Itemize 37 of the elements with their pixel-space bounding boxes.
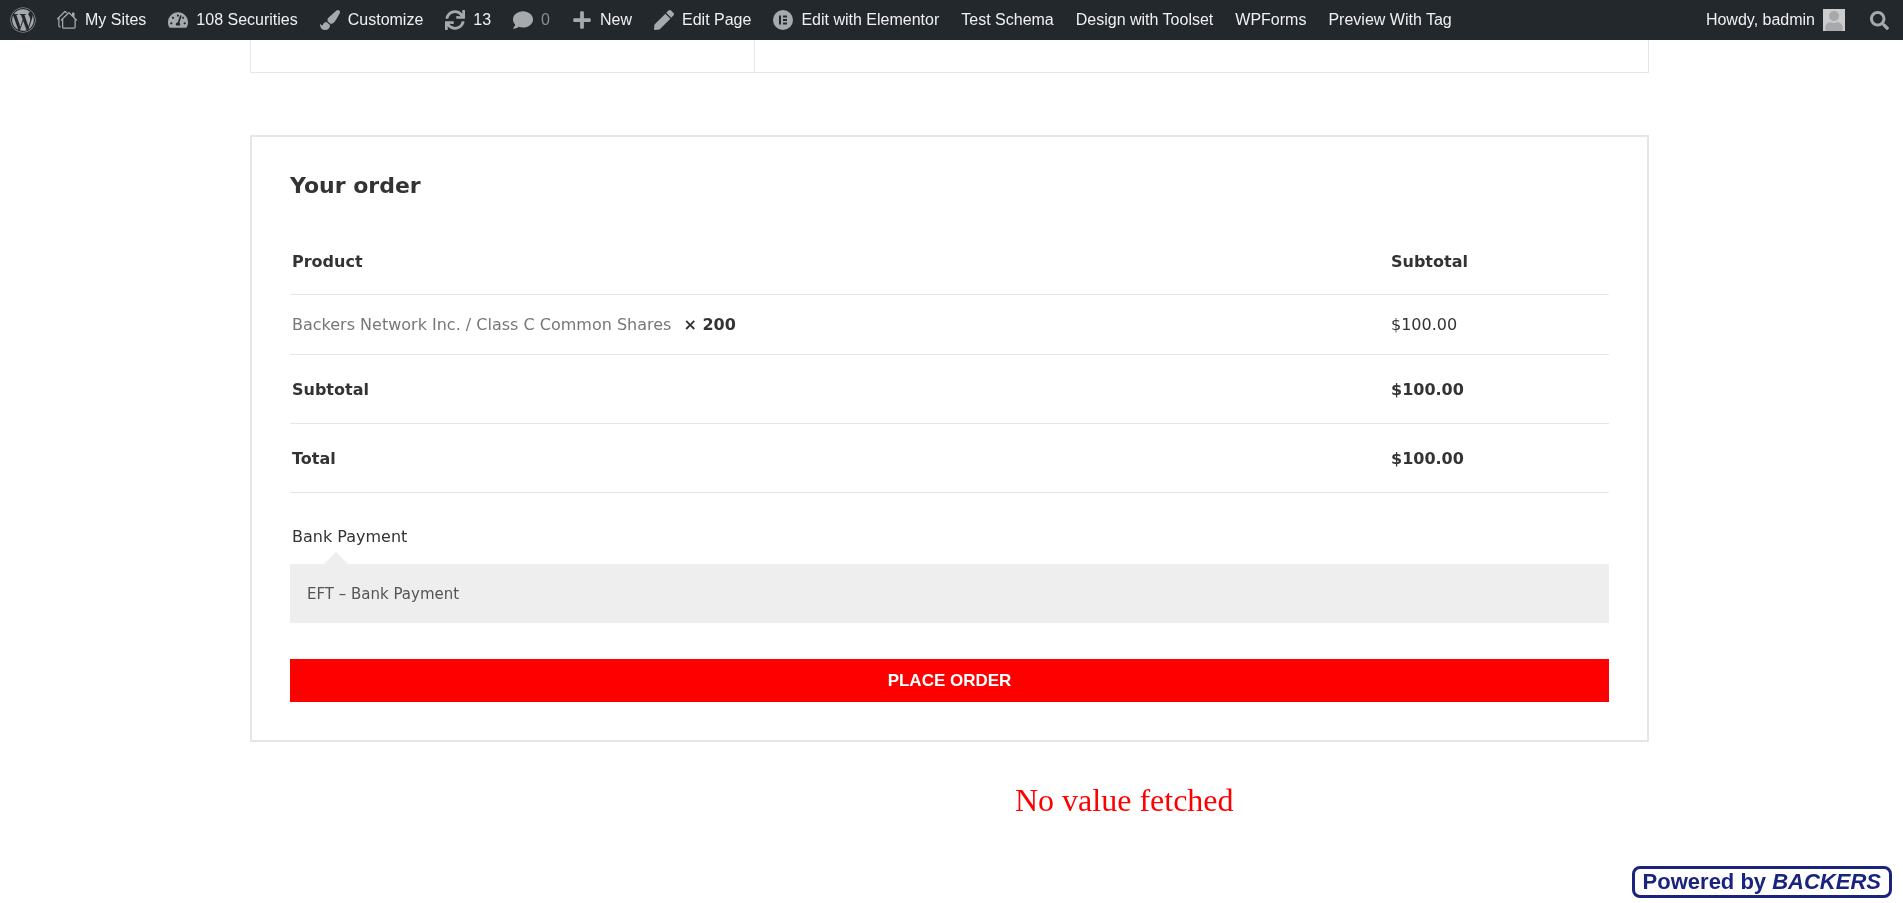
totals-value: $100.00: [1390, 378, 1465, 401]
plus-icon: [572, 10, 592, 30]
admin-bar-item[interactable]: Edit Page: [643, 0, 763, 40]
order-title: Your order: [290, 173, 422, 198]
comment-icon: [513, 10, 534, 30]
admin-bar-item[interactable]: Design with Toolset: [1064, 0, 1225, 40]
totals-label: Subtotal: [291, 378, 370, 401]
payment-description: EFT – Bank Payment: [307, 584, 460, 603]
admin-bar-item[interactable]: 0: [502, 0, 561, 40]
column-header: Subtotal: [1390, 250, 1469, 273]
account-menu[interactable]: Howdy, badmin: [1694, 0, 1856, 40]
admin-bar-item[interactable]: Test Schema: [950, 0, 1065, 40]
product-quantity: × 200: [683, 315, 736, 334]
place-order-button[interactable]: PLACE ORDER: [290, 659, 1609, 702]
product-name: Backers Network Inc. / Class C Common Shares: [292, 315, 672, 334]
admin-bar-item[interactable]: New: [561, 0, 644, 40]
dashboard-icon: [168, 10, 189, 30]
column-header: Product: [291, 250, 364, 273]
avatar-icon: [1823, 9, 1845, 31]
powered-by-badge[interactable]: Powered by BACKERS: [1631, 866, 1892, 898]
admin-bar-item[interactable]: Preview With Tag: [1317, 0, 1463, 40]
admin-bar-item[interactable]: 13: [434, 0, 503, 40]
elementor-icon: [773, 10, 794, 30]
admin-bar-item[interactable]: 108 Securities: [157, 0, 309, 40]
refresh-icon: [445, 10, 466, 30]
admin-bar-item[interactable]: Customize: [308, 0, 435, 40]
totals-label: Total: [291, 447, 337, 470]
brush-icon: [319, 10, 340, 30]
admin-bar-item[interactable]: Edit with Elementor: [762, 0, 951, 40]
notice-text: No value fetched: [1015, 782, 1234, 819]
product-subtotal: $100.00: [1390, 314, 1459, 336]
payment-method: Bank Payment: [291, 527, 409, 546]
houses-icon: [57, 10, 77, 30]
admin-bar-item[interactable]: WPForms: [1224, 0, 1318, 40]
totals-value: $100.00: [1390, 447, 1465, 470]
admin-bar-item[interactable]: My Sites: [46, 0, 158, 40]
pencil-icon: [654, 10, 675, 30]
